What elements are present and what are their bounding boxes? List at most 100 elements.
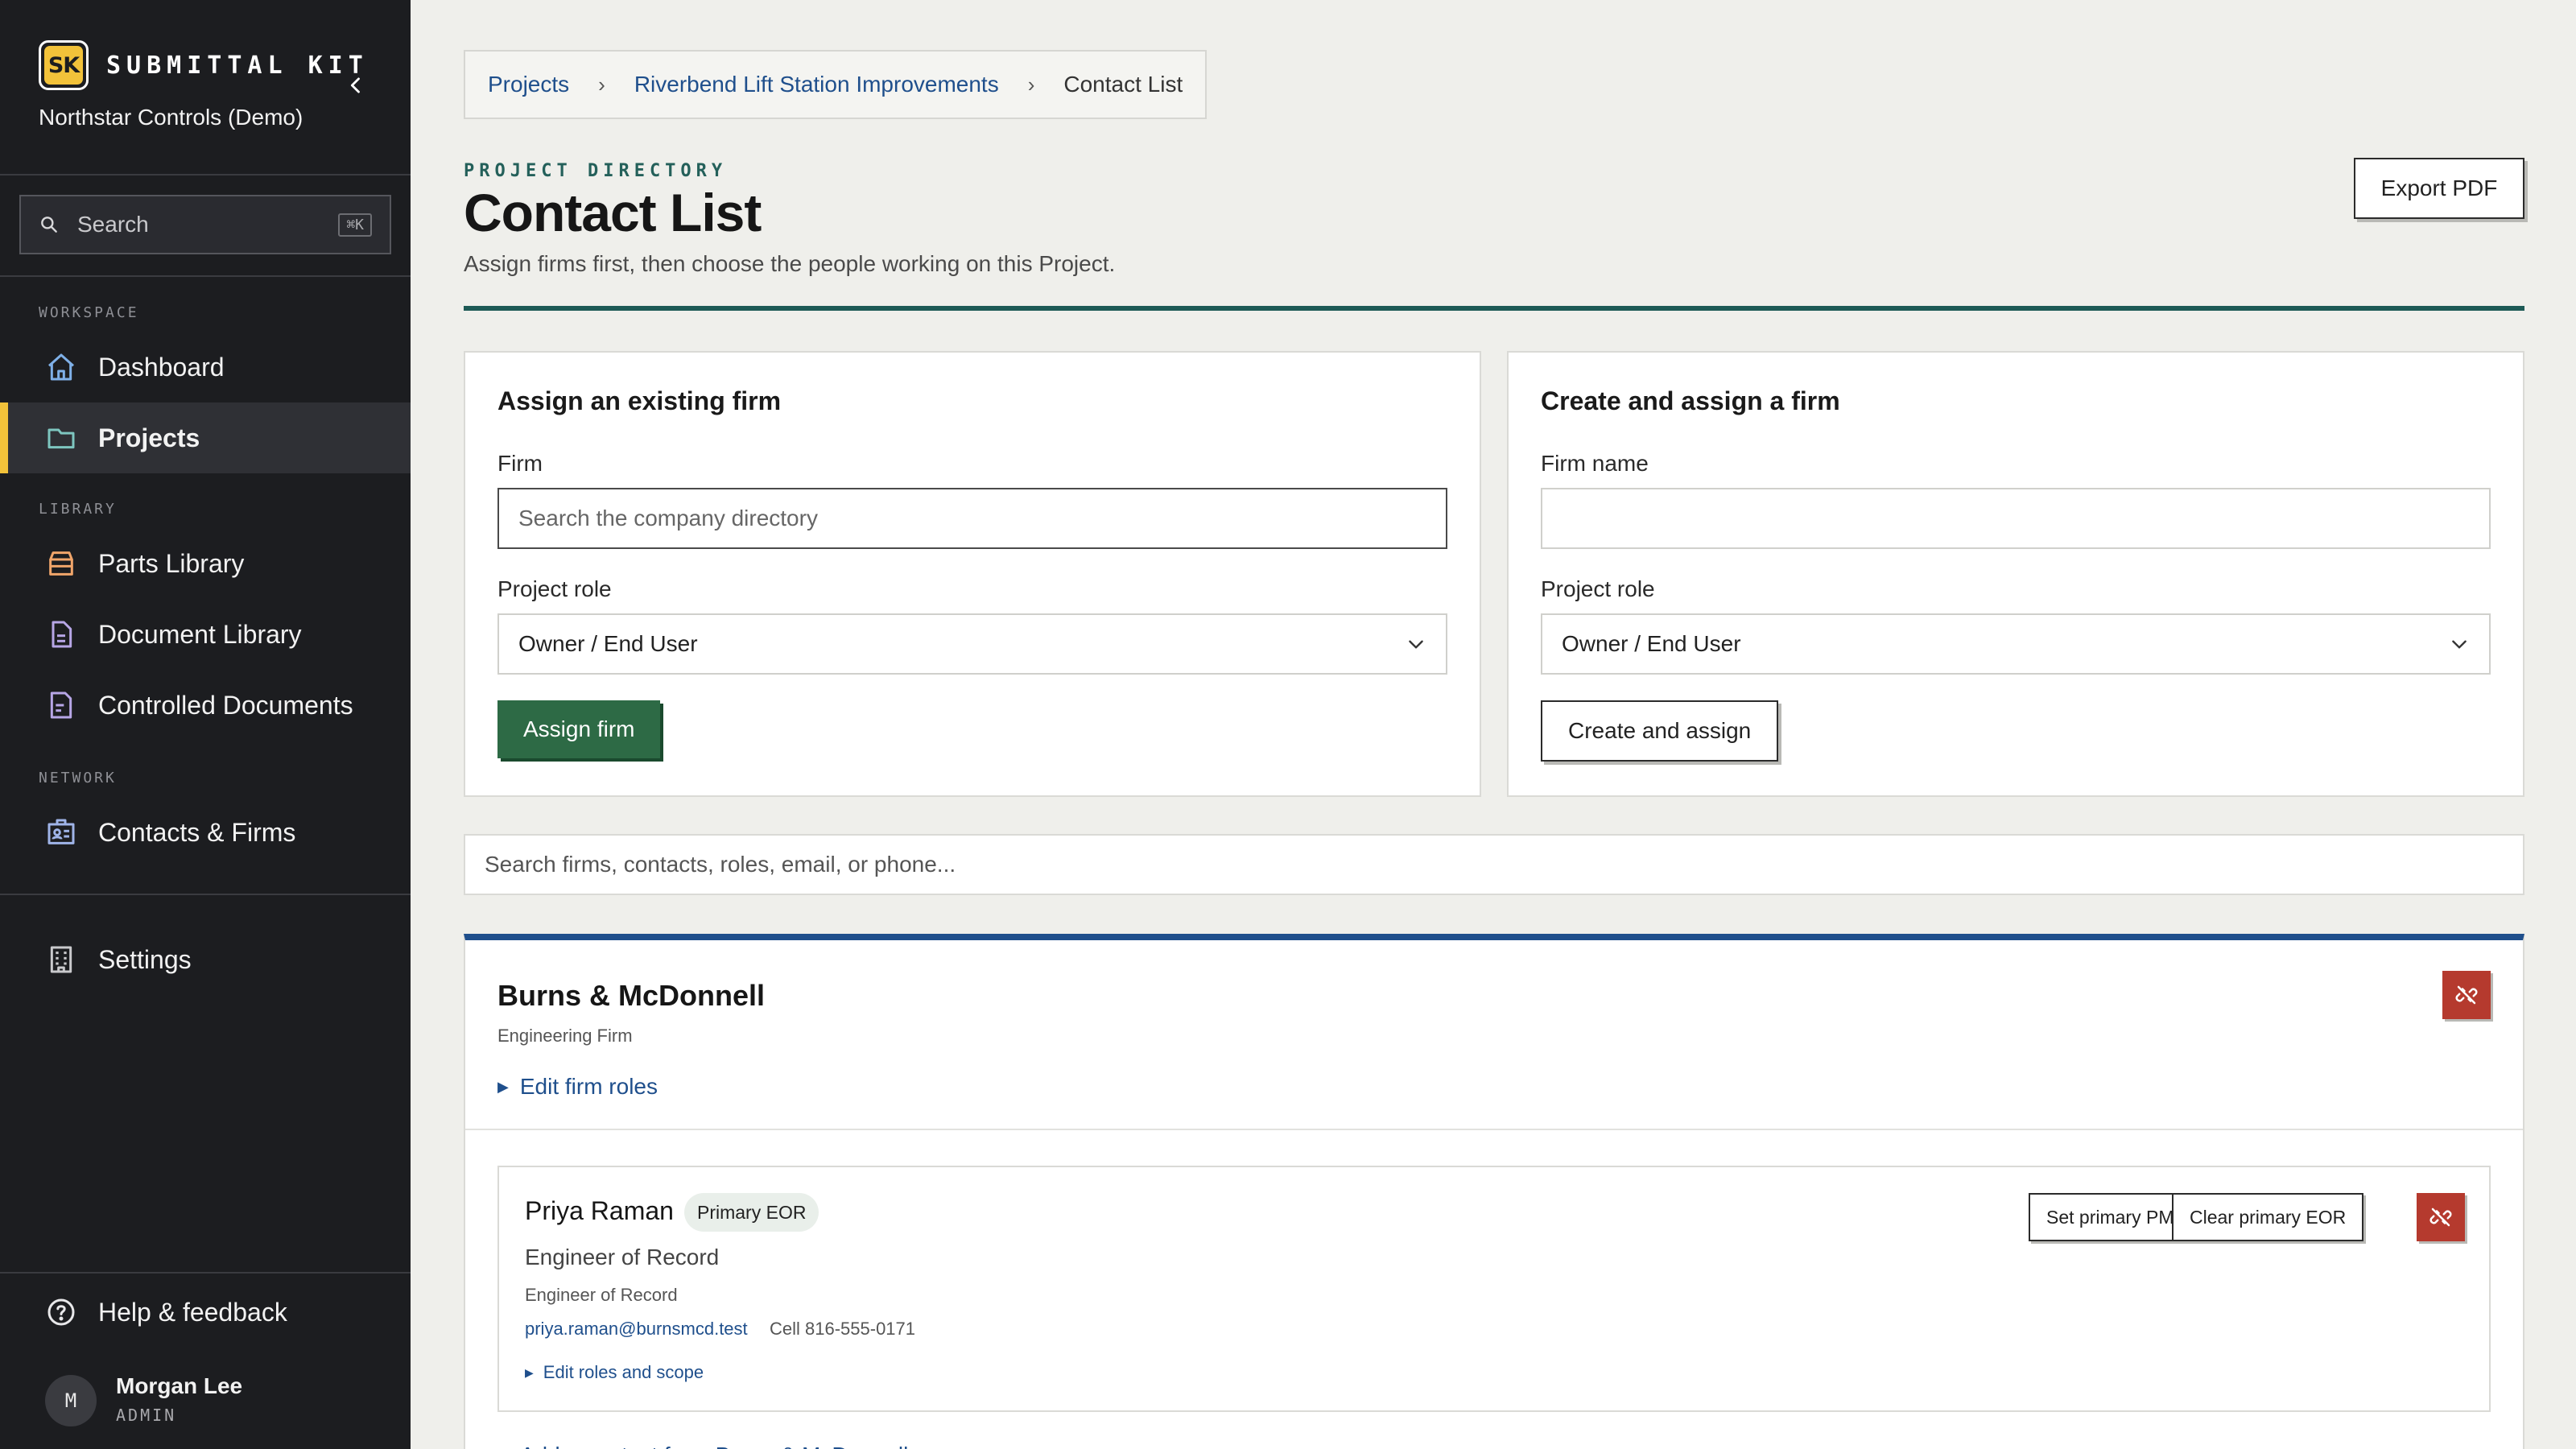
document-icon: [52, 621, 72, 648]
sidebar-divider: [0, 275, 411, 277]
box-icon: [49, 551, 73, 576]
controlled-document-icon: [50, 691, 72, 719]
breadcrumb-link-project[interactable]: Riverbend Lift Station Improvements: [634, 72, 999, 97]
page-title: Contact List: [464, 183, 762, 242]
sidebar-item-label: Dashboard: [98, 352, 225, 382]
unlink-icon: [2455, 985, 2478, 1005]
sidebar-item-label: Settings: [98, 944, 192, 974]
help-feedback-label: Help & feedback: [98, 1297, 287, 1327]
assign-firm-button[interactable]: Assign firm: [497, 700, 661, 758]
home-icon: [48, 353, 74, 381]
breadcrumb-current: Contact List: [1063, 72, 1183, 97]
section-label-workspace: WORKSPACE: [39, 304, 139, 321]
chevron-left-icon: [350, 77, 360, 93]
help-feedback-link[interactable]: Help & feedback: [0, 1277, 411, 1348]
breadcrumb-separator: ›: [1027, 72, 1035, 97]
sidebar-item-controlled-documents[interactable]: Controlled Documents: [0, 670, 411, 741]
project-role-select[interactable]: Owner / End User: [497, 613, 1447, 675]
brand-logo-mark: SK: [44, 46, 83, 85]
contact-email-link[interactable]: priya.raman@burnsmcd.test: [525, 1319, 748, 1340]
firm-field-label: Firm: [497, 451, 543, 476]
sidebar-divider: [0, 894, 411, 895]
page-subtitle: Assign firms first, then choose the peop…: [464, 251, 1116, 276]
firm-search-placeholder: Search the company directory: [518, 506, 818, 530]
sidebar-item-label: Parts Library: [98, 548, 245, 578]
breadcrumb-link-projects[interactable]: Projects: [488, 72, 569, 97]
brand-name: SUBMITTAL KIT: [106, 51, 369, 80]
sidebar-item-contacts-firms[interactable]: Contacts & Firms: [0, 797, 411, 868]
section-label-network: NETWORK: [39, 770, 117, 786]
help-icon: [47, 1298, 75, 1326]
sidebar-divider: [0, 174, 411, 175]
organization-name: Northstar Controls (Demo): [39, 105, 303, 130]
title-divider: [464, 306, 2524, 311]
sidebar-item-label: Controlled Documents: [98, 690, 353, 720]
export-pdf-button[interactable]: Export PDF: [2354, 158, 2524, 219]
sidebar-item-parts-library[interactable]: Parts Library: [0, 528, 411, 599]
create-firm-title: Create and assign a firm: [1541, 386, 1840, 415]
contact-role: Engineer of Record: [525, 1285, 678, 1305]
edit-roles-scope-toggle[interactable]: ▶ Edit roles and scope: [525, 1362, 704, 1383]
firm-name: Burns & McDonnell: [497, 979, 766, 1012]
section-label-library: LIBRARY: [39, 501, 117, 518]
project-role-value: Owner / End User: [518, 631, 698, 656]
folder-icon: [47, 428, 75, 449]
clear-primary-eor-button[interactable]: Clear primary EOR: [2172, 1193, 2364, 1241]
firm-card-divider: [465, 1129, 2523, 1130]
create-and-assign-button[interactable]: Create and assign: [1541, 700, 1779, 762]
breadcrumb-separator: ›: [598, 72, 605, 97]
sidebar-item-label: Contacts & Firms: [98, 817, 296, 847]
contact-filter-placeholder: Search firms, contacts, roles, email, or…: [485, 852, 956, 877]
disclosure-triangle-icon: ▶: [497, 1078, 509, 1095]
unlink-icon: [2429, 1208, 2452, 1227]
contact-filter-input[interactable]: Search firms, contacts, roles, email, or…: [464, 834, 2524, 895]
project-role-label: Project role: [1541, 576, 1655, 601]
sidebar-item-document-library[interactable]: Document Library: [0, 599, 411, 670]
assign-existing-firm-title: Assign an existing firm: [497, 386, 782, 415]
user-name: Morgan Lee: [116, 1373, 243, 1398]
remove-contact-button[interactable]: [2417, 1193, 2465, 1241]
page-eyebrow: PROJECT DIRECTORY: [464, 161, 728, 181]
project-role-label: Project role: [497, 576, 612, 601]
search-shortcut-hint: ⌘K: [338, 213, 372, 237]
chevron-down-icon: [2452, 640, 2467, 649]
edit-firm-roles-label: Edit firm roles: [519, 1074, 658, 1099]
contact-phone: Cell 816-555-0171: [770, 1319, 916, 1339]
contact-card: Priya Raman Primary EOR Engineer of Reco…: [497, 1166, 2491, 1412]
contact-name: Priya Raman: [525, 1196, 674, 1225]
chevron-down-icon: [1409, 640, 1423, 649]
firm-search-input[interactable]: Search the company directory: [497, 488, 1447, 549]
sidebar-item-label: Document Library: [98, 619, 302, 649]
assign-existing-firm-card: Assign an existing firm Firm Search the …: [464, 351, 1481, 797]
collapse-sidebar-button[interactable]: [340, 69, 372, 101]
project-role-value: Owner / End User: [1562, 631, 1741, 656]
search-icon: [41, 217, 57, 233]
sidebar-item-dashboard[interactable]: Dashboard: [0, 332, 411, 402]
sidebar-divider: [0, 1272, 411, 1274]
edit-roles-scope-label: Edit roles and scope: [543, 1362, 704, 1382]
sidebar-item-projects[interactable]: Projects: [0, 402, 411, 473]
unassign-firm-button[interactable]: [2442, 971, 2491, 1019]
sidebar: SK SUBMITTAL KIT Northstar Controls (Dem…: [0, 0, 411, 1449]
contact-title: Engineer of Record: [525, 1245, 720, 1269]
contact-card-icon: [47, 819, 75, 844]
sidebar-item-label: Projects: [98, 423, 200, 452]
add-contact-toggle[interactable]: ▶ Add a contact from Burns & McDonnell: [497, 1443, 908, 1449]
firm-card: Burns & McDonnell Engineering Firm ▶ Edi…: [464, 934, 2524, 1449]
firm-name-input[interactable]: [1541, 488, 2491, 549]
brand[interactable]: SK SUBMITTAL KIT: [39, 40, 369, 90]
create-firm-card: Create and assign a firm Firm name Proje…: [1507, 351, 2524, 797]
set-primary-pm-button[interactable]: Set primary PM: [2029, 1193, 2192, 1241]
edit-firm-roles-toggle[interactable]: ▶ Edit firm roles: [497, 1074, 658, 1100]
sidebar-search[interactable]: Search ⌘K: [19, 195, 391, 254]
add-contact-label: Add a contact from Burns & McDonnell: [520, 1443, 908, 1449]
avatar[interactable]: M: [45, 1375, 97, 1426]
project-role-select[interactable]: Owner / End User: [1541, 613, 2491, 675]
sidebar-item-settings[interactable]: Settings: [0, 924, 411, 995]
disclosure-triangle-icon: ▶: [525, 1365, 534, 1379]
user-role: ADMIN: [116, 1406, 177, 1425]
building-icon: [50, 946, 72, 973]
breadcrumb: Projects › Riverbend Lift Station Improv…: [464, 50, 1208, 119]
firm-type: Engineering Firm: [497, 1026, 633, 1046]
sidebar-search-placeholder: Search: [77, 212, 149, 237]
